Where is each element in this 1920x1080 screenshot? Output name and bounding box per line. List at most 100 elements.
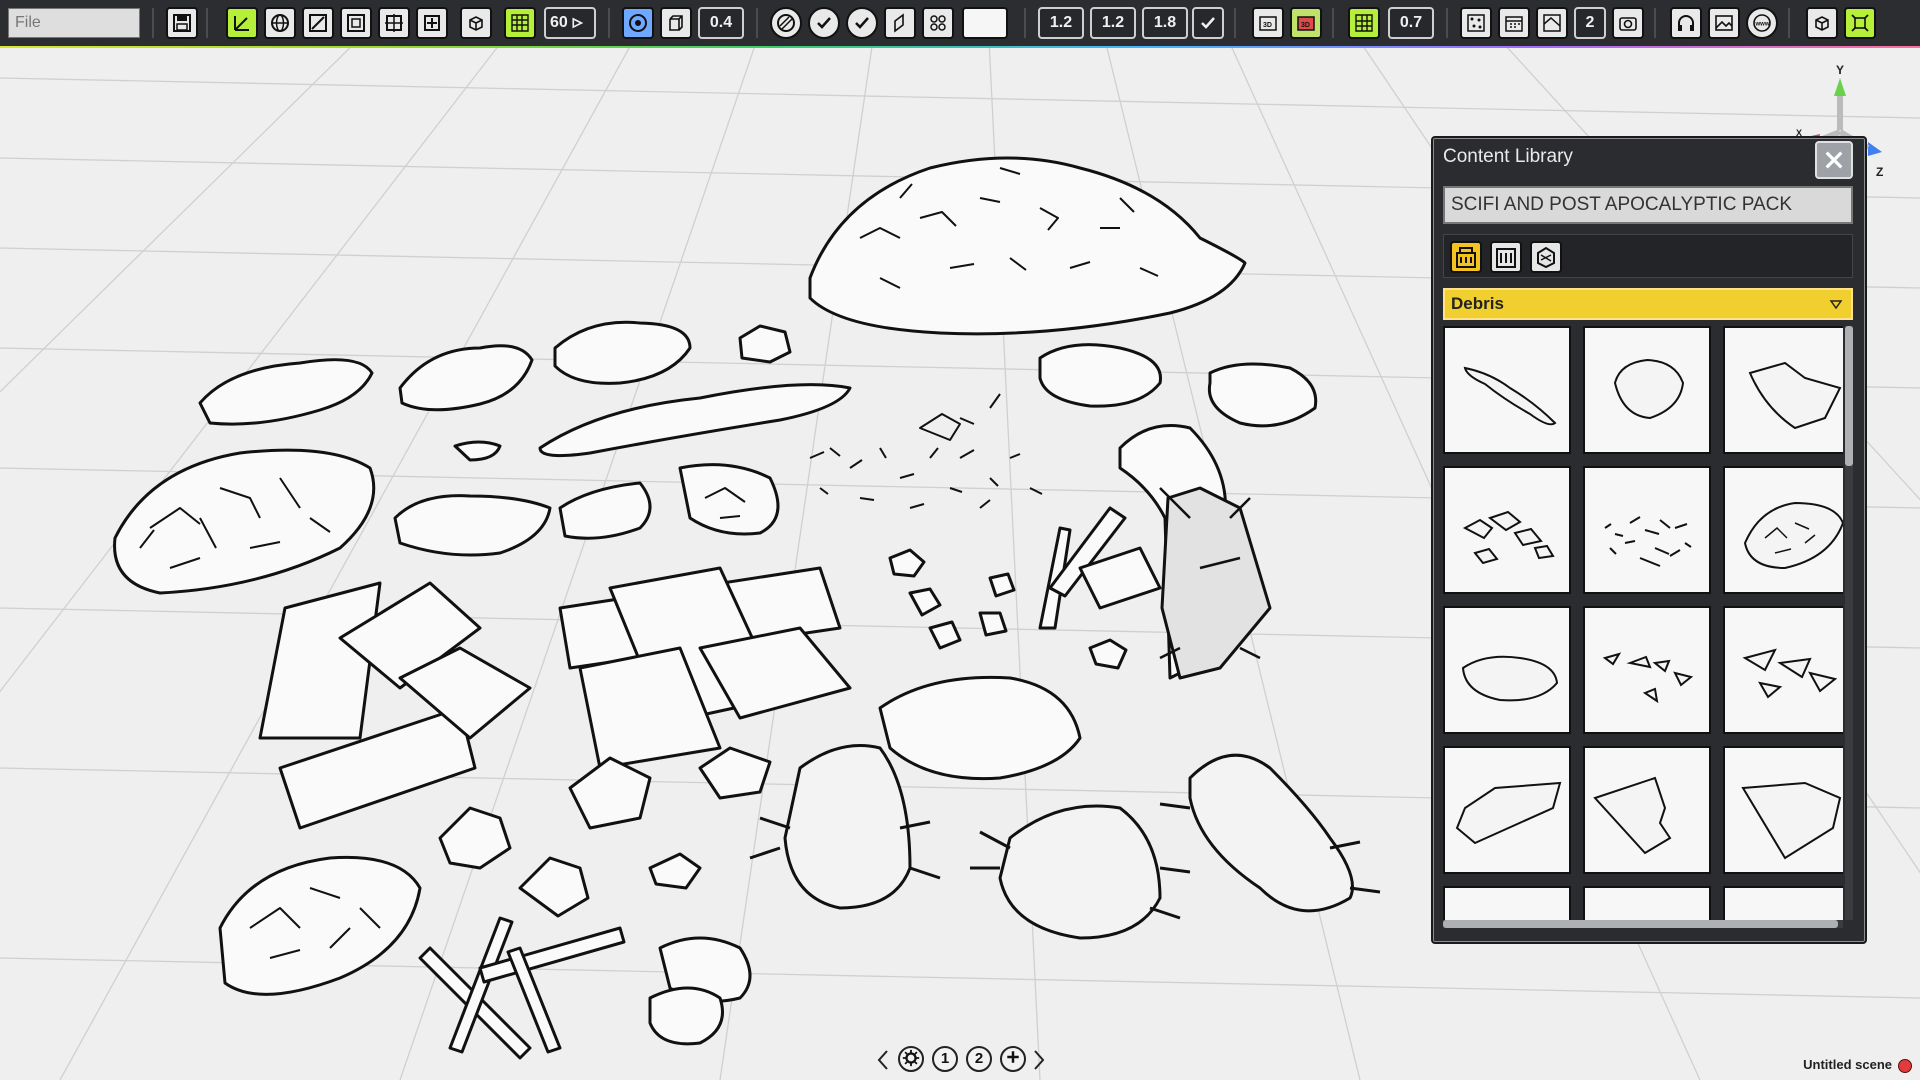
page-2-button[interactable]: 2 bbox=[966, 1046, 992, 1072]
asset-tile[interactable] bbox=[1443, 326, 1571, 454]
opacity-field[interactable]: 0.7 bbox=[1388, 7, 1434, 39]
material-button[interactable] bbox=[1536, 7, 1568, 39]
chevron-left-icon[interactable] bbox=[876, 1048, 890, 1072]
noise-button[interactable] bbox=[1460, 7, 1492, 39]
toolbar-divider bbox=[608, 8, 610, 38]
pack-selector[interactable]: SCIFI AND POST APOCALYPTIC PACK bbox=[1443, 186, 1853, 224]
asset-tile[interactable] bbox=[1723, 886, 1843, 920]
camera-icon bbox=[1619, 17, 1637, 31]
check-button[interactable] bbox=[846, 7, 878, 39]
box-button[interactable] bbox=[660, 7, 692, 39]
asset-tile[interactable] bbox=[1583, 326, 1711, 454]
grid-button[interactable] bbox=[504, 7, 536, 39]
rotate-cube-button[interactable] bbox=[1806, 7, 1838, 39]
image-button[interactable] bbox=[1708, 7, 1740, 39]
frame-button[interactable] bbox=[340, 7, 372, 39]
y-axis-arrow bbox=[1834, 78, 1846, 96]
asset-tile[interactable] bbox=[1443, 746, 1571, 874]
asset-tile[interactable] bbox=[1723, 746, 1843, 874]
asset-tile[interactable] bbox=[1443, 886, 1571, 920]
check-icon bbox=[855, 17, 869, 29]
rubble-scatter-icon bbox=[1462, 510, 1555, 565]
cube-button[interactable] bbox=[460, 7, 492, 39]
asset-tile[interactable] bbox=[1723, 466, 1843, 594]
shards-icon bbox=[1602, 652, 1694, 704]
scale-button[interactable] bbox=[302, 7, 334, 39]
close-icon bbox=[1825, 151, 1843, 169]
setting-b-field[interactable]: 1.2 bbox=[1090, 7, 1136, 39]
audio-button[interactable] bbox=[1670, 7, 1702, 39]
category-dropdown[interactable]: Debris bbox=[1443, 288, 1853, 320]
fov-value: 60 bbox=[550, 14, 568, 31]
view-3d-icon: 3D bbox=[1259, 16, 1277, 31]
asset-tile[interactable] bbox=[1443, 606, 1571, 734]
horizontal-scrollbar-thumb[interactable] bbox=[1443, 920, 1838, 928]
close-button[interactable] bbox=[1815, 141, 1853, 179]
buildings-icon bbox=[1496, 248, 1516, 268]
check-box-button[interactable] bbox=[1192, 7, 1224, 39]
extrude-icon bbox=[894, 13, 904, 33]
view-3d-button[interactable]: 3D bbox=[1252, 7, 1284, 39]
asset-tile[interactable] bbox=[1723, 606, 1843, 734]
toolbar-divider bbox=[756, 8, 758, 38]
asset-tile[interactable] bbox=[1723, 326, 1843, 454]
camera-fov-button[interactable]: 60 bbox=[544, 7, 596, 39]
outline-width-field[interactable]: 0.4 bbox=[698, 7, 744, 39]
pages-button[interactable]: 2 bbox=[1574, 7, 1606, 39]
horizontal-scrollbar[interactable] bbox=[1443, 920, 1843, 928]
page-navigator: 1 2 bbox=[874, 1044, 1050, 1076]
setting-a-field[interactable]: 1.2 bbox=[1038, 7, 1084, 39]
models-3d-mode-button[interactable] bbox=[1450, 241, 1482, 273]
fit-view-button[interactable] bbox=[1844, 7, 1876, 39]
calendar-button[interactable] bbox=[1498, 7, 1530, 39]
page-settings-button[interactable] bbox=[898, 1046, 924, 1072]
content-library-panel: Content Library SCIFI AND POST APOCALYPT… bbox=[1431, 136, 1867, 944]
content-library-title: Content Library bbox=[1443, 146, 1573, 167]
gear-icon bbox=[902, 1049, 920, 1067]
materials-mode-button[interactable] bbox=[1530, 241, 1562, 273]
axis-button[interactable] bbox=[226, 7, 258, 39]
asset-tile[interactable] bbox=[1583, 606, 1711, 734]
globe-button[interactable] bbox=[264, 7, 296, 39]
flat-rock-icon bbox=[1461, 655, 1559, 702]
page-1-button[interactable]: 1 bbox=[932, 1046, 958, 1072]
asset-tile[interactable] bbox=[1583, 886, 1711, 920]
save-button[interactable] bbox=[166, 7, 198, 39]
toolbar-divider bbox=[1788, 8, 1790, 38]
asset-grid bbox=[1443, 326, 1843, 920]
asset-tile[interactable] bbox=[1583, 466, 1711, 594]
library-mode-bar bbox=[1443, 234, 1853, 278]
toolbar-divider bbox=[152, 8, 154, 38]
outline-value: 0.4 bbox=[709, 14, 733, 31]
group-button[interactable] bbox=[416, 7, 448, 39]
setting-c-field[interactable]: 1.8 bbox=[1142, 7, 1188, 39]
setting-a-value: 1.2 bbox=[1049, 14, 1073, 31]
asset-tile[interactable] bbox=[1583, 746, 1711, 874]
axis-icon bbox=[234, 16, 249, 31]
view-3d-color-icon: 3D bbox=[1297, 16, 1315, 31]
vertical-scrollbar-thumb[interactable] bbox=[1845, 326, 1853, 466]
view-3d-color-button[interactable]: 3D bbox=[1290, 7, 1322, 39]
asset-tile[interactable] bbox=[1443, 466, 1571, 594]
add-page-button[interactable] bbox=[1000, 1046, 1026, 1072]
scene-name-label: Untitled scene bbox=[1803, 1057, 1892, 1072]
extrude-button[interactable] bbox=[884, 7, 916, 39]
buildings-mode-button[interactable] bbox=[1490, 241, 1522, 273]
vertical-scrollbar[interactable] bbox=[1845, 326, 1853, 920]
web-button[interactable]: www bbox=[1746, 7, 1778, 39]
chevron-right-icon[interactable] bbox=[1032, 1048, 1046, 1072]
pattern-button[interactable] bbox=[922, 7, 954, 39]
file-menu-input[interactable]: File bbox=[8, 8, 140, 38]
transform-button[interactable] bbox=[378, 7, 410, 39]
hatch-button[interactable] bbox=[770, 7, 802, 39]
group-icon bbox=[424, 15, 440, 31]
check-dotted-button[interactable] bbox=[808, 7, 840, 39]
pipe-debris-icon bbox=[1463, 366, 1557, 426]
grid-display-button[interactable] bbox=[1348, 7, 1380, 39]
target-button[interactable] bbox=[622, 7, 654, 39]
glass-shards-icon bbox=[1742, 648, 1838, 699]
transform-icon bbox=[385, 14, 403, 32]
plus-icon bbox=[1007, 1051, 1019, 1063]
color-swatch-button[interactable] bbox=[962, 7, 1008, 39]
camera-button[interactable] bbox=[1612, 7, 1644, 39]
